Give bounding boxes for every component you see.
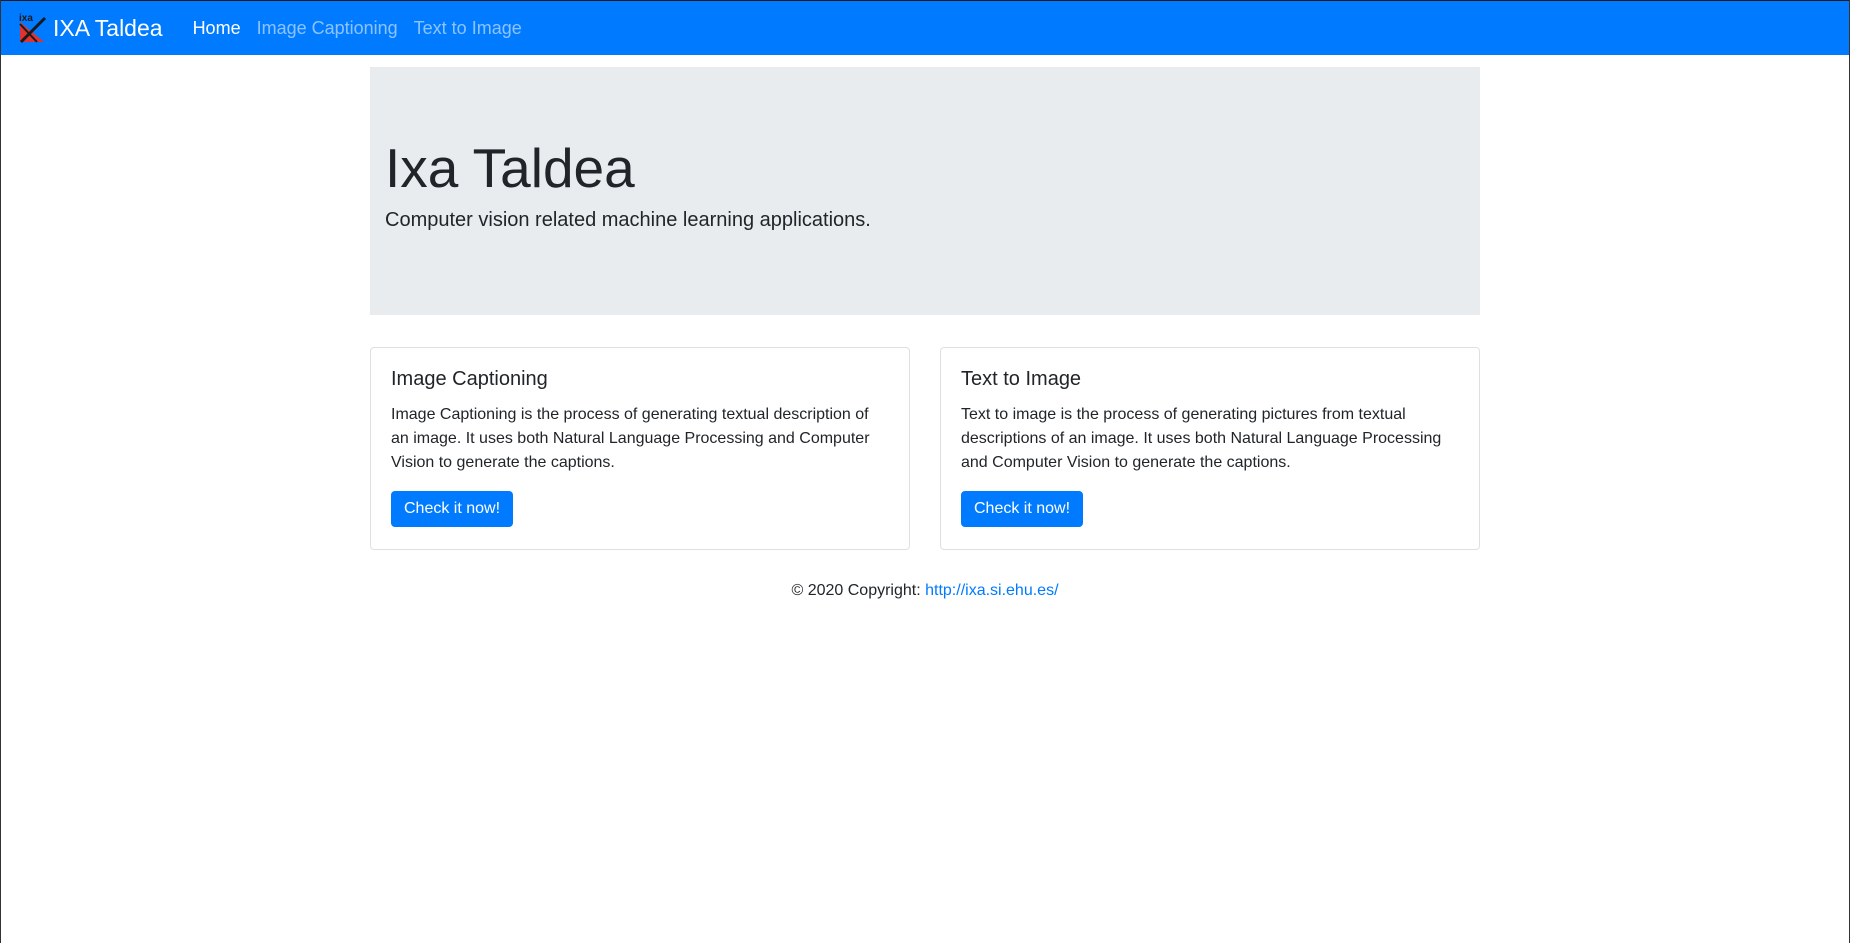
- footer: © 2020 Copyright: http://ixa.si.ehu.es/: [370, 582, 1480, 600]
- card-text: Image Captioning is the process of gener…: [391, 406, 870, 471]
- nav-text-to-image[interactable]: Text to Image: [406, 18, 530, 39]
- main-container: Ixa Taldea Computer vision related machi…: [370, 67, 1480, 600]
- svg-text:ixa: ixa: [19, 13, 33, 24]
- footer-copyright: © 2020 Copyright:: [791, 582, 926, 599]
- jumbotron-title: Ixa Taldea: [385, 137, 635, 199]
- jumbotron-lead: Computer vision related machine learning…: [385, 209, 871, 231]
- card-title: Image Captioning: [391, 368, 548, 390]
- brand-link[interactable]: ixa IXA Taldea: [17, 12, 163, 44]
- footer-link[interactable]: http://ixa.si.ehu.es/: [925, 582, 1058, 599]
- cards-row: Image Captioning Image Captioning is the…: [370, 347, 1480, 550]
- card-title: Text to Image: [961, 368, 1082, 390]
- card-text: Text to image is the process of generati…: [961, 406, 1442, 471]
- nav-image-captioning[interactable]: Image Captioning: [249, 18, 406, 39]
- card-image-captioning: Image Captioning Image Captioning is the…: [370, 347, 910, 550]
- check-it-now-button[interactable]: Check it now!: [961, 491, 1084, 527]
- card-text-to-image: Text to Image Text to image is the proce…: [940, 347, 1480, 550]
- jumbotron: Ixa Taldea Computer vision related machi…: [370, 67, 1480, 315]
- navbar: ixa IXA Taldea Home Image Captioning Tex…: [1, 0, 1849, 55]
- ixa-logo-icon: ixa: [17, 12, 47, 44]
- nav-home[interactable]: Home: [185, 18, 249, 39]
- brand-name: IXA Taldea: [53, 14, 163, 41]
- page: ixa IXA Taldea Home Image Captioning Tex…: [0, 0, 1850, 943]
- check-it-now-button[interactable]: Check it now!: [391, 491, 514, 527]
